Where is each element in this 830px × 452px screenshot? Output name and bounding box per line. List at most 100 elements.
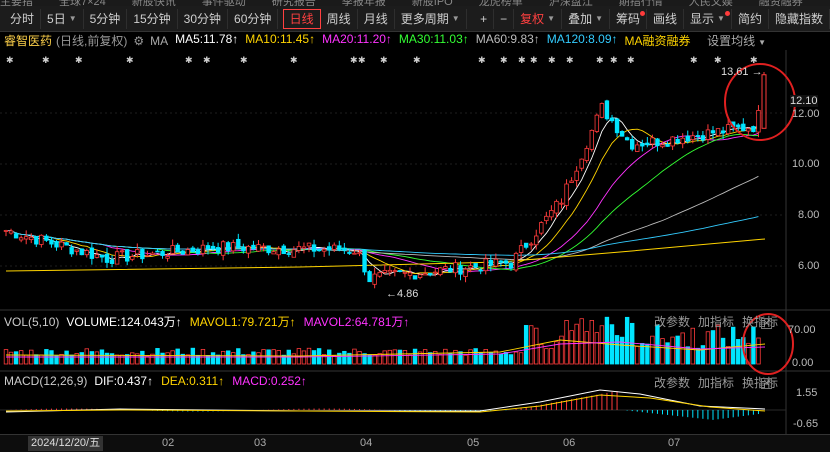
candle-body	[655, 138, 660, 147]
candle-body	[579, 158, 584, 169]
candle-body	[64, 242, 69, 246]
volume-bar	[94, 351, 100, 365]
candle-body	[367, 271, 372, 283]
volume-bar	[155, 348, 160, 365]
volume-bar	[412, 348, 418, 365]
volume-bar	[422, 349, 428, 365]
candle-body	[337, 245, 342, 251]
date-tick: 05	[467, 437, 480, 449]
candle-body	[251, 244, 256, 250]
candle-body	[508, 262, 514, 269]
last-price-label: 12.10	[790, 95, 818, 107]
candle-body	[736, 124, 741, 128]
vol-change-param-link[interactable]: 改参数	[654, 313, 690, 330]
volume-bar	[251, 351, 256, 365]
candle-body	[321, 248, 327, 252]
candle-body	[599, 103, 605, 118]
candle-body	[660, 144, 665, 148]
candle-body	[291, 249, 297, 258]
volume-close-icon[interactable]: ✕	[761, 315, 772, 329]
macd-add-indicator-link[interactable]: 加指标	[698, 374, 734, 391]
volume-bar	[468, 349, 473, 365]
volume-bar	[736, 339, 741, 365]
volume-bar	[34, 354, 39, 365]
candle-body	[372, 273, 377, 285]
volume-bar	[387, 349, 392, 365]
event-marker-icon: ✱	[690, 56, 698, 66]
candle-body	[18, 237, 24, 241]
volume-bar	[564, 320, 569, 365]
candle-body	[417, 274, 423, 278]
volume-bar	[549, 347, 554, 365]
volume-bar	[675, 335, 680, 365]
candle-body	[549, 210, 554, 218]
candle-body	[200, 244, 206, 254]
volume-bar	[165, 352, 170, 365]
macd-indicator-name[interactable]: MACD(12,26,9)	[4, 374, 87, 388]
macd-value-2: MACD:0.252↑	[232, 374, 307, 388]
candle-body	[256, 244, 261, 252]
volume-bar	[650, 335, 655, 365]
candle-body	[746, 128, 751, 132]
candle-body	[453, 262, 458, 274]
volume-bar	[402, 350, 408, 365]
candle-body	[422, 273, 428, 276]
candle-body	[99, 254, 105, 258]
macd-change-param-link[interactable]: 改参数	[654, 374, 690, 391]
candle-body	[377, 271, 382, 277]
date-tick: 07	[668, 437, 681, 449]
candle-body	[715, 128, 721, 137]
candle-body	[362, 249, 367, 273]
volume-bar	[443, 348, 448, 365]
candle-body	[332, 244, 337, 250]
volume-bar	[529, 325, 534, 365]
event-marker-icon: ✱	[75, 56, 83, 66]
candle-body	[539, 222, 544, 234]
volume-bar	[655, 324, 660, 365]
date-axis: 2024/12/20/五 02 03 04 05 06 07	[0, 434, 830, 452]
candle-body	[438, 267, 443, 276]
volume-indicator-name[interactable]: VOL(5,10)	[4, 315, 59, 329]
candle-body	[544, 215, 549, 222]
candle-body	[347, 252, 352, 254]
vol-tick-70: 70.00	[788, 324, 816, 336]
vol-add-indicator-link[interactable]: 加指标	[698, 313, 734, 330]
candle-body	[433, 271, 438, 274]
volume-bar	[357, 351, 362, 365]
date-tick: 06	[563, 437, 576, 449]
candle-body	[584, 148, 589, 161]
candle-body	[8, 230, 14, 234]
macd-switch-indicator-link[interactable]: 换指标	[742, 374, 778, 391]
volume-bar	[104, 352, 110, 365]
candle-body	[286, 253, 291, 255]
volume-bar	[281, 354, 286, 365]
candle-body	[246, 245, 251, 254]
candle-body	[685, 135, 690, 142]
volume-bar	[518, 352, 524, 365]
event-marker-icon: ✱	[185, 56, 193, 66]
volume-bar	[427, 352, 433, 365]
high-price-annotation: 13.61 →	[721, 66, 763, 78]
macd-close-icon[interactable]: ✕	[761, 375, 772, 389]
volume-bar	[731, 326, 736, 365]
candle-body	[741, 123, 746, 132]
event-marker-icon: ✱	[413, 56, 421, 66]
date-tick: 04	[360, 437, 373, 449]
candle-body	[705, 129, 711, 140]
candle-body	[357, 252, 362, 255]
vol-value-0: VOLUME:124.043万↑	[66, 315, 182, 329]
candle-body	[473, 263, 478, 268]
volume-bar	[670, 336, 675, 365]
candle-body	[594, 114, 600, 132]
event-marker-icon: ✱	[518, 56, 526, 66]
candle-body	[624, 137, 630, 141]
candle-body	[195, 249, 201, 254]
volume-bar	[125, 354, 130, 365]
candle-body	[352, 252, 357, 255]
volume-bar	[215, 354, 221, 365]
volume-bar	[79, 352, 84, 365]
candle-body	[569, 180, 574, 183]
event-marker-icon: ✱	[6, 56, 14, 66]
candle-body	[680, 137, 685, 145]
vol-switch-indicator-link[interactable]: 换指标	[742, 313, 778, 330]
